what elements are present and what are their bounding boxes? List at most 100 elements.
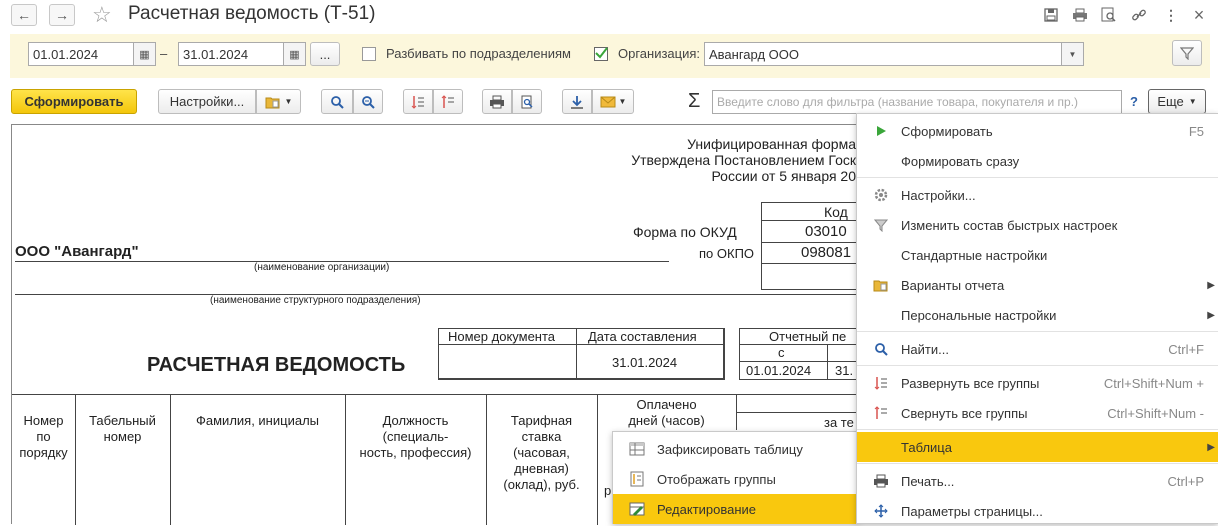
period-from-value: 01.01.2024 xyxy=(746,363,812,378)
link-icon[interactable] xyxy=(1130,6,1148,24)
menu-item-personal-settings[interactable]: Персональные настройки ▶ xyxy=(857,300,1218,330)
send-mail-button[interactable]: ▼ xyxy=(592,89,634,114)
arrow-right-icon: → xyxy=(55,7,69,23)
table-submenu: Зафиксировать таблицу Отображать группы … xyxy=(612,431,858,524)
folder-icon xyxy=(265,97,280,108)
magnifier-icon xyxy=(873,341,889,357)
col-personnel-number: Табельный номер xyxy=(89,413,156,444)
menu-item-shortcut: F5 xyxy=(1188,123,1204,139)
find-next-button[interactable] xyxy=(353,89,383,114)
menu-item-generate-immediately[interactable]: Формировать сразу xyxy=(857,146,1218,176)
menu-item-table[interactable]: Таблица ▶ xyxy=(857,432,1218,462)
calendar-from-button[interactable]: ▦ xyxy=(134,42,156,66)
col-for-period: за те xyxy=(824,415,854,430)
menu-item-label: Редактирование xyxy=(657,501,757,517)
menu-item-label: Стандартные настройки xyxy=(901,247,1048,263)
organization-input[interactable]: Авангард ООО xyxy=(704,42,1062,66)
menu-item-label: Изменить состав быстрых настроек xyxy=(901,217,1118,233)
document-number-label: Номер документа xyxy=(448,329,556,344)
find-button[interactable] xyxy=(321,89,353,114)
organization-checkbox[interactable] xyxy=(594,47,608,61)
menu-item-label: Таблица xyxy=(901,439,952,455)
date-to-input[interactable]: 31.01.2024 xyxy=(178,42,284,66)
menu-item-fix-table[interactable]: Зафиксировать таблицу xyxy=(613,434,857,464)
approved-text: Утверждена Постановлением Госк xyxy=(631,152,856,168)
generate-report-button[interactable]: Сформировать xyxy=(11,89,137,114)
code-header: Код xyxy=(824,204,848,220)
chevron-down-icon: ▼ xyxy=(1068,49,1077,59)
print-preview-button[interactable] xyxy=(512,89,542,114)
collapse-groups-button[interactable] xyxy=(433,89,463,114)
organization-caption: (наименование организации) xyxy=(254,262,390,273)
gear-icon xyxy=(873,187,889,203)
search-next-icon xyxy=(362,95,375,109)
organization-dropdown-button[interactable]: ▼ xyxy=(1062,42,1084,66)
forward-button[interactable]: → xyxy=(49,4,75,26)
more-button[interactable]: Еще ▼ xyxy=(1148,89,1206,114)
folder-icon xyxy=(873,277,889,293)
expand-groups-button[interactable] xyxy=(403,89,433,114)
menu-item-label: Развернуть все группы xyxy=(901,375,1040,391)
chevron-down-icon: ▼ xyxy=(618,97,627,106)
calendar-icon: ▦ xyxy=(289,48,300,61)
menu-item-editing[interactable]: Редактирование xyxy=(613,494,857,524)
menu-item-print[interactable]: Печать... Ctrl+P xyxy=(857,466,1218,496)
report-variants-button[interactable]: ▼ xyxy=(256,89,301,114)
date-dash: – xyxy=(160,46,168,61)
date-from-input[interactable]: 01.01.2024 xyxy=(28,42,134,66)
chevron-down-icon: ▼ xyxy=(284,97,293,106)
play-icon xyxy=(873,123,889,139)
menu-item-show-groups[interactable]: Отображать группы xyxy=(613,464,857,494)
help-icon[interactable]: ? xyxy=(1130,94,1138,109)
calendar-to-button[interactable]: ▦ xyxy=(284,42,306,66)
save-icon[interactable] xyxy=(1042,6,1060,24)
split-by-department-checkbox[interactable] xyxy=(362,47,376,61)
menu-item-standard-settings[interactable]: Стандартные настройки xyxy=(857,240,1218,270)
sigma-icon[interactable]: Σ xyxy=(688,90,700,113)
menu-item-label: Формировать сразу xyxy=(901,153,1020,169)
menu-item-settings[interactable]: Настройки... xyxy=(857,180,1218,210)
close-icon[interactable]: × xyxy=(1190,5,1208,25)
compile-date-label: Дата составления xyxy=(588,329,697,344)
period-to-value: 31. xyxy=(835,363,854,378)
print-icon[interactable] xyxy=(1071,6,1089,24)
printer-icon xyxy=(490,95,504,108)
back-button[interactable]: ← xyxy=(11,4,37,26)
more-icon[interactable]: ⋮ xyxy=(1162,6,1180,24)
settings-button[interactable]: Настройки... xyxy=(158,89,256,114)
organization-label: Организация: xyxy=(618,46,701,61)
period-select-button[interactable]: ... xyxy=(310,42,340,66)
download-icon xyxy=(571,95,583,109)
chevron-down-icon: ▼ xyxy=(1188,97,1197,106)
menu-item-page-setup[interactable]: Параметры страницы... xyxy=(857,496,1218,526)
menu-item-label: Сформировать xyxy=(901,123,993,139)
printer-icon xyxy=(873,473,889,489)
menu-item-label: Отображать группы xyxy=(657,471,776,487)
department-caption: (наименование структурного подразделения… xyxy=(210,295,421,306)
save-file-button[interactable] xyxy=(562,89,592,114)
col-paid-sub: р xyxy=(604,483,612,498)
preview-icon[interactable] xyxy=(1100,6,1118,24)
funnel-icon xyxy=(873,217,889,233)
expand-icon xyxy=(411,95,424,109)
col-position: Должность (специаль- ность, профессия) xyxy=(359,413,472,460)
menu-item-collapse-groups[interactable]: Свернуть все группы Ctrl+Shift+Num - xyxy=(857,398,1218,428)
window-title: Расчетная ведомость (Т-51) xyxy=(128,3,376,24)
menu-item-quick-settings[interactable]: Изменить состав быстрых настроек xyxy=(857,210,1218,240)
groups-icon xyxy=(629,471,645,487)
menu-item-find[interactable]: Найти... Ctrl+F xyxy=(857,334,1218,364)
filter-button[interactable] xyxy=(1172,40,1202,66)
print-button[interactable] xyxy=(482,89,512,114)
favorite-star-icon[interactable]: ☆ xyxy=(92,2,112,28)
more-button-label: Еще xyxy=(1157,94,1184,109)
col-paid-days: Оплачено дней (часов) xyxy=(628,397,705,428)
menu-item-report-variants[interactable]: Варианты отчета ▶ xyxy=(857,270,1218,300)
menu-item-expand-groups[interactable]: Развернуть все группы Ctrl+Shift+Num + xyxy=(857,368,1218,398)
menu-item-label: Настройки... xyxy=(901,187,976,203)
menu-item-generate[interactable]: Сформировать F5 xyxy=(857,116,1218,146)
chevron-right-icon: ▶ xyxy=(1207,309,1215,321)
magnifier-icon xyxy=(331,95,344,109)
col-order-number: Номер по порядку xyxy=(19,413,68,460)
filter-search-input[interactable]: Введите слово для фильтра (название това… xyxy=(712,90,1122,114)
okpo-label: по ОКПО xyxy=(699,246,755,261)
